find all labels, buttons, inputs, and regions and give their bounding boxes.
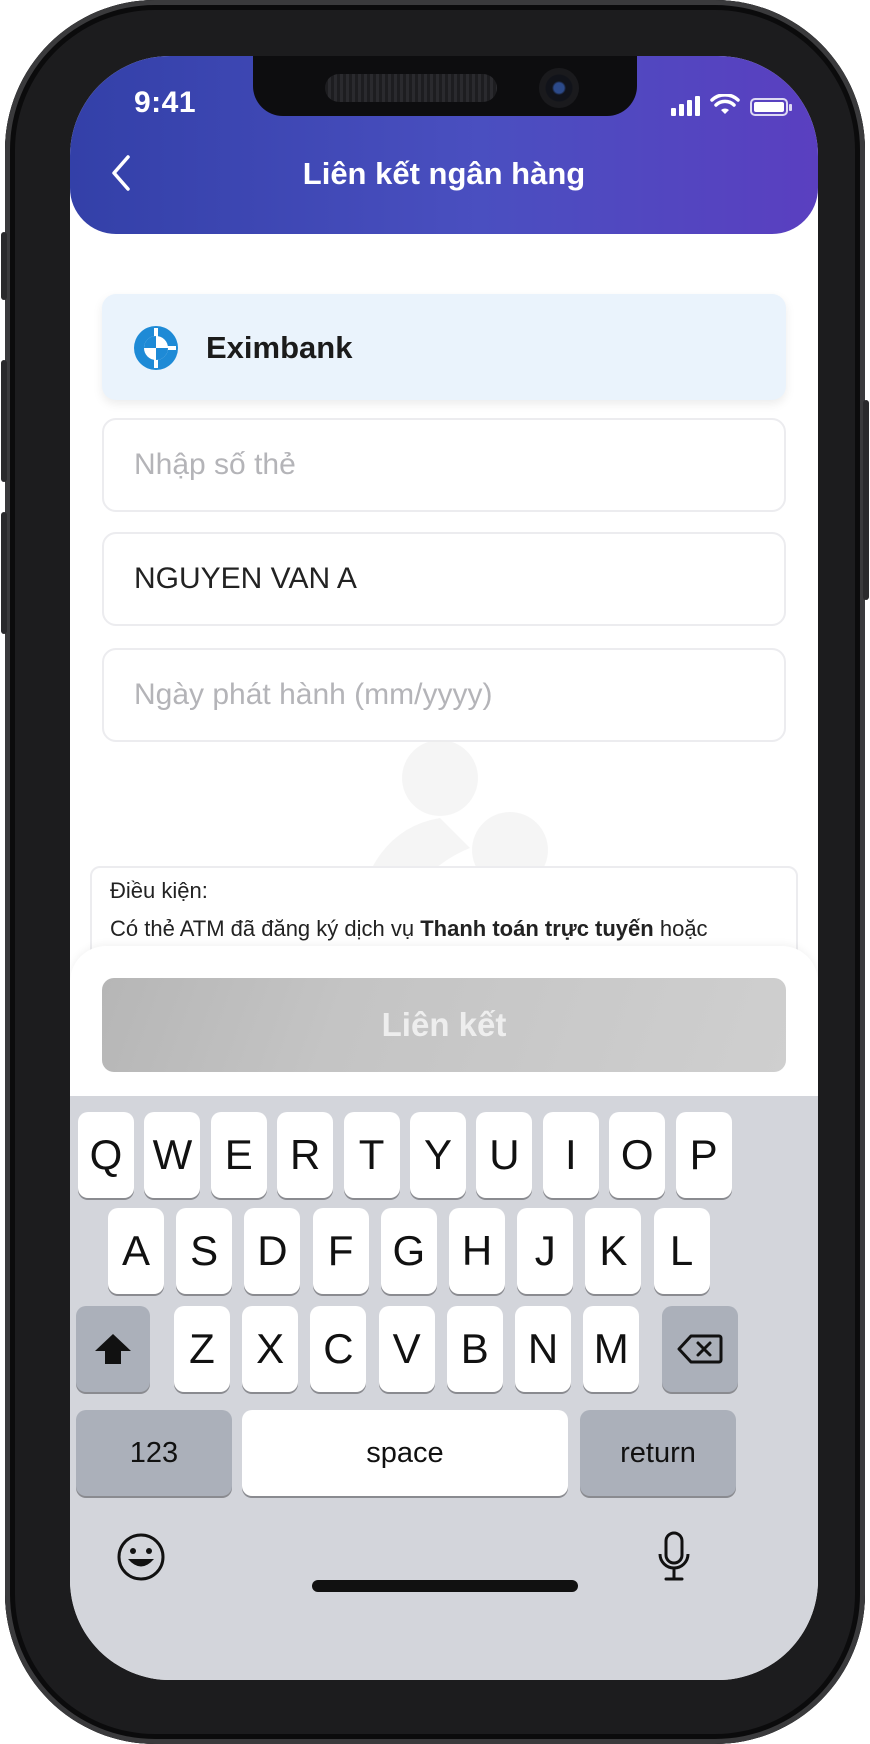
key-d[interactable]: D (244, 1208, 301, 1294)
onscreen-keyboard: 123 space return QWERTYUIOP ASDFGHJKL ZXCV… (70, 1096, 818, 1680)
status-time: 9:41 (134, 86, 197, 119)
key-x[interactable]: X (242, 1306, 299, 1392)
link-bank-button[interactable]: Liên kết (102, 978, 786, 1072)
key-j[interactable]: J (517, 1208, 574, 1294)
key-m[interactable]: M (583, 1306, 640, 1392)
terms-text: Có thẻ ATM đã đăng ký dịch vụ Thanh toán… (110, 916, 708, 941)
eximbank-logo-icon (134, 326, 178, 370)
key-r[interactable]: R (277, 1112, 334, 1198)
key-s[interactable]: S (176, 1208, 233, 1294)
key-a[interactable]: A (108, 1208, 164, 1294)
issue-date-input[interactable] (134, 650, 754, 740)
key-k[interactable]: K (585, 1208, 642, 1294)
key-p[interactable]: P (675, 1112, 732, 1198)
notch (253, 56, 637, 116)
status-icons (671, 92, 792, 116)
terms-heading: Điều kiện: (110, 878, 208, 903)
issue-date-field[interactable] (102, 648, 786, 742)
power-button (863, 400, 869, 600)
cellular-signal-icon (671, 96, 700, 116)
front-camera (539, 68, 579, 108)
backspace-key[interactable] (662, 1306, 738, 1392)
phone-screen: 9:41 Liên kết ngân hàng Eximbank Nhập số… (70, 56, 818, 1680)
key-q[interactable]: Q (78, 1112, 134, 1198)
key-b[interactable]: B (446, 1306, 503, 1392)
shift-arrow-icon (95, 1334, 131, 1364)
key-h[interactable]: H (449, 1208, 505, 1294)
selected-bank-card[interactable]: Eximbank (102, 294, 786, 400)
card-number-input[interactable] (134, 420, 754, 510)
key-z[interactable]: Z (174, 1306, 230, 1392)
home-indicator (312, 1580, 578, 1592)
emoji-icon[interactable] (116, 1532, 166, 1582)
speaker-grille (325, 74, 497, 102)
numbers-key[interactable]: 123 (76, 1410, 232, 1496)
key-u[interactable]: U (476, 1112, 533, 1198)
key-v[interactable]: V (378, 1306, 435, 1392)
microphone-icon[interactable] (656, 1530, 692, 1584)
wifi-icon (710, 94, 740, 114)
key-f[interactable]: F (312, 1208, 369, 1294)
app-header: 9:41 Liên kết ngân hàng (70, 56, 818, 234)
backspace-icon (677, 1334, 723, 1364)
card-holder-input[interactable] (134, 534, 754, 624)
volume-up-button (1, 360, 7, 482)
mute-switch (1, 232, 7, 300)
key-g[interactable]: G (380, 1208, 437, 1294)
space-key[interactable]: space (242, 1410, 568, 1496)
key-n[interactable]: N (515, 1306, 571, 1392)
key-w[interactable]: W (144, 1112, 201, 1198)
key-e[interactable]: E (210, 1112, 267, 1198)
return-key[interactable]: return (580, 1410, 736, 1496)
volume-down-button (1, 512, 7, 634)
key-y[interactable]: Y (410, 1112, 466, 1198)
card-number-field[interactable] (102, 418, 786, 512)
key-i[interactable]: I (542, 1112, 599, 1198)
key-c[interactable]: C (310, 1306, 367, 1392)
page-title: Liên kết ngân hàng (302, 156, 586, 191)
key-o[interactable]: O (609, 1112, 666, 1198)
shift-key[interactable] (76, 1306, 150, 1392)
key-l[interactable]: L (653, 1208, 710, 1294)
bank-name: Eximbank (206, 330, 353, 365)
card-holder-field[interactable] (102, 532, 786, 626)
key-t[interactable]: T (343, 1112, 400, 1198)
battery-icon (750, 98, 792, 116)
